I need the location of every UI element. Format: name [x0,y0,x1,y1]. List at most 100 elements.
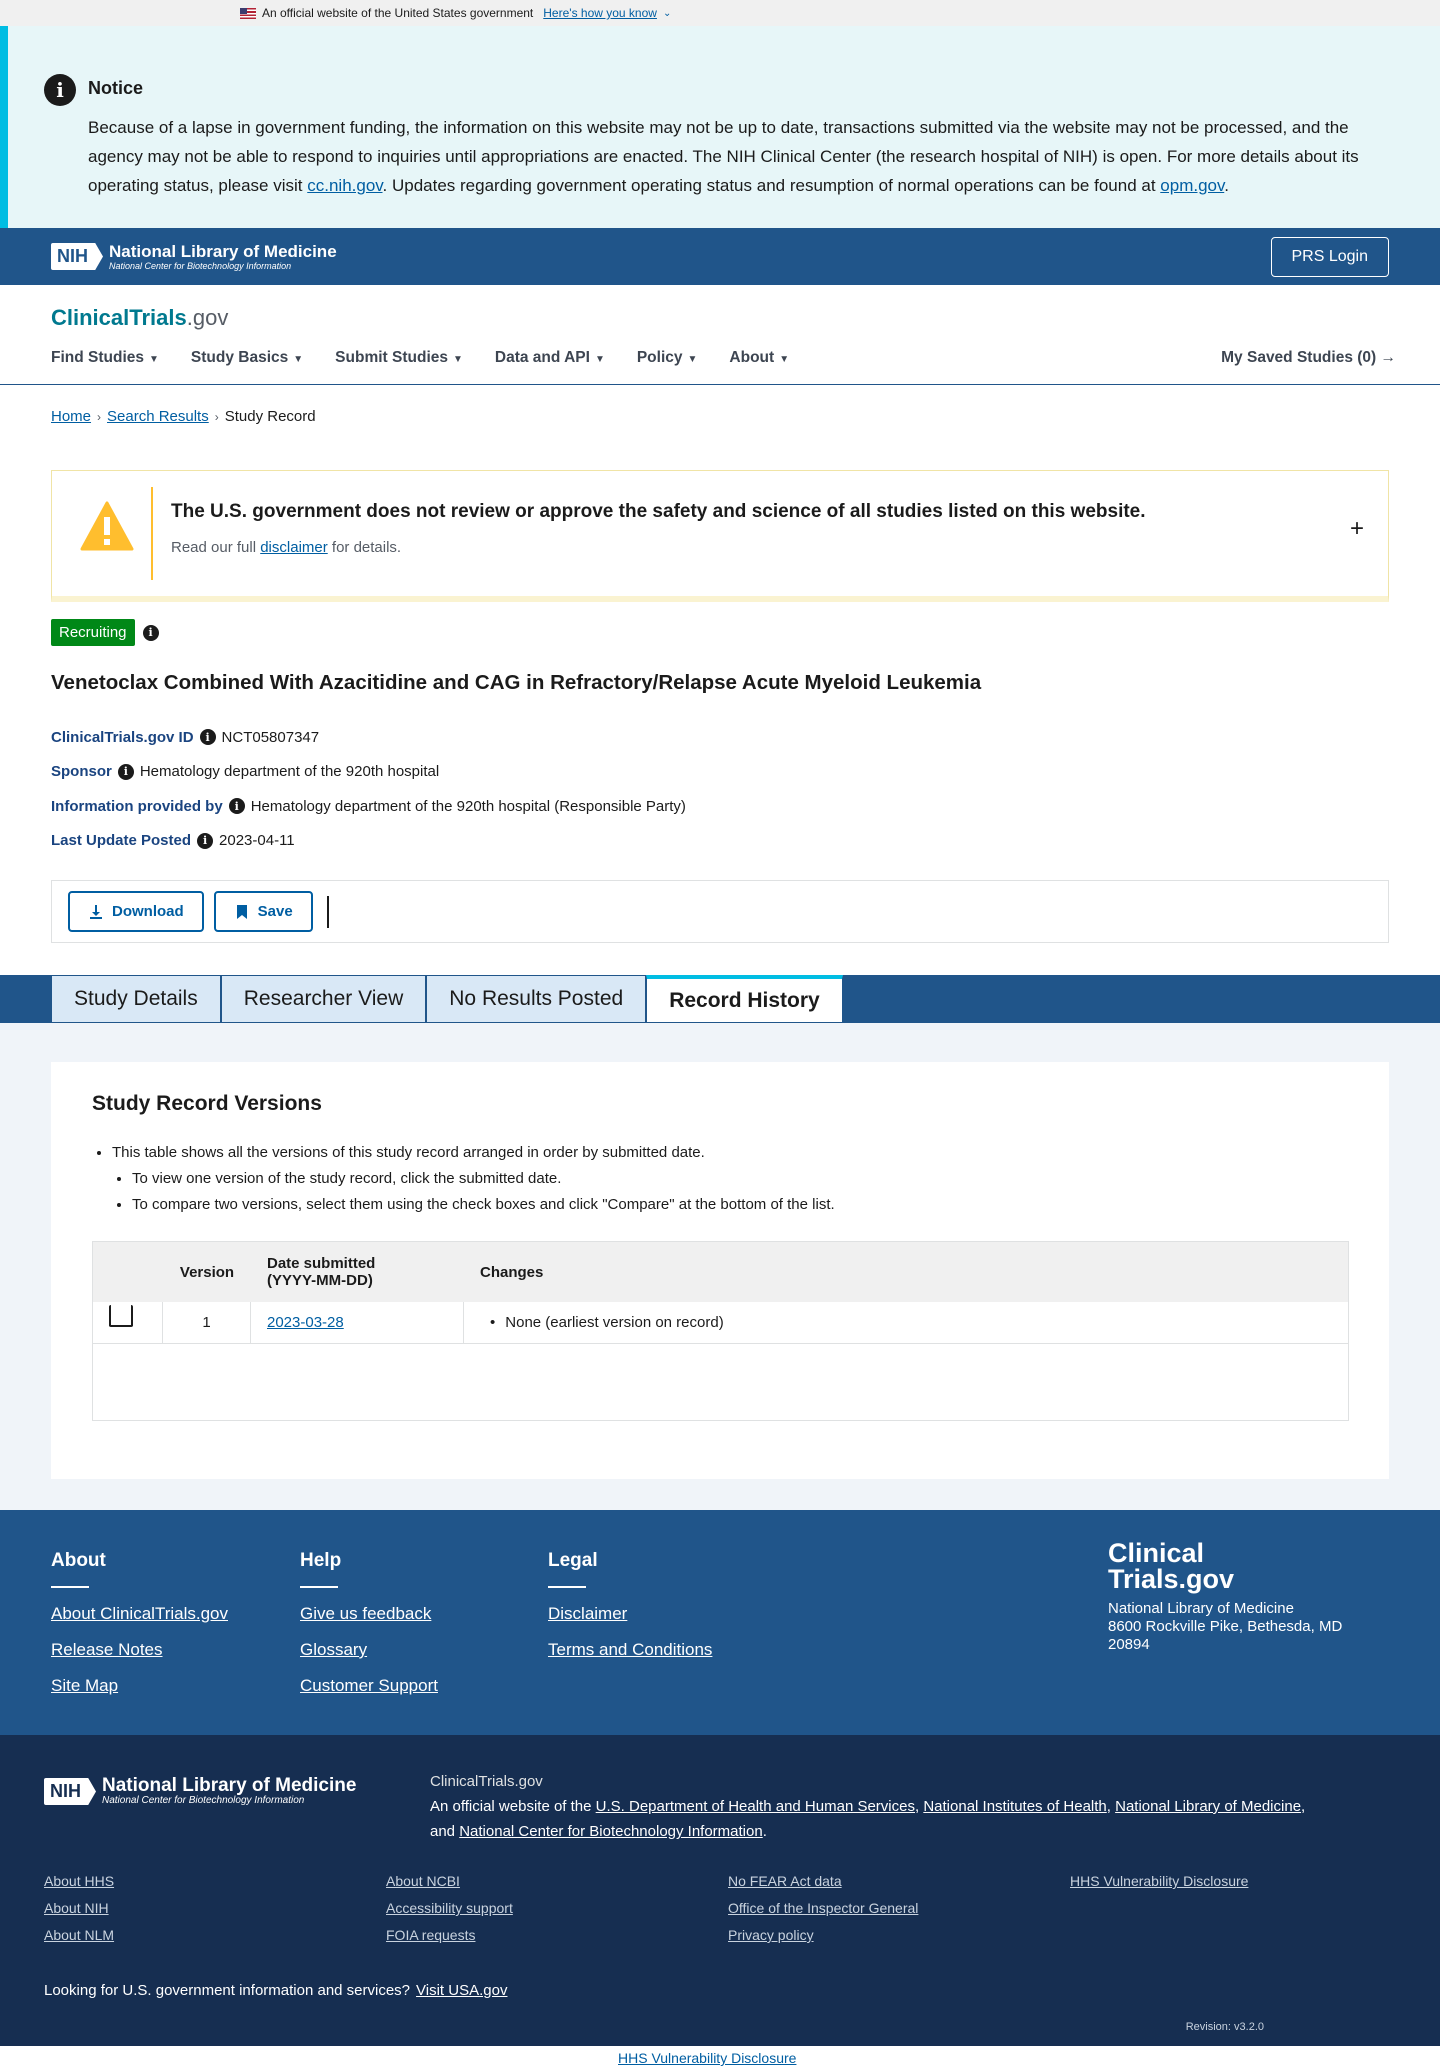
footer-link[interactable]: Site Map [51,1676,228,1696]
nih-badge: NIH [44,1778,96,1805]
footer-links-col: About HHS About NIH About NLM [44,1873,386,1954]
tab-no-results-posted[interactable]: No Results Posted [426,975,647,1023]
nih-link[interactable]: National Institutes of Health [923,1798,1106,1815]
footer-link[interactable]: Accessibility support [386,1900,728,1916]
chevron-right-icon: › [97,409,102,424]
list-item: To compare two versions, select them usi… [132,1192,835,1218]
row-version: 1 [163,1302,251,1343]
footer-link[interactable]: About HHS [44,1873,386,1889]
save-button[interactable]: Save [213,891,313,932]
disclaimer-alert: The U.S. government does not review or a… [51,470,1389,602]
meta-sponsor: Sponsor i Hematology department of the 920… [51,755,686,790]
breadcrumb-home[interactable]: Home [51,408,91,425]
tab-study-details[interactable]: Study Details [51,975,221,1023]
footer-link[interactable]: About NCBI [386,1873,728,1889]
ncbi-link[interactable]: National Center for Biotechnology Inform… [459,1823,763,1840]
status-badge: Recruiting [51,619,135,646]
footer-link[interactable]: No FEAR Act data [728,1873,1070,1889]
nlm-logo[interactable]: NIH National Library of Medicine Nationa… [51,241,337,271]
nlm-footer-logo[interactable]: NIH National Library of Medicine Nationa… [44,1775,357,1806]
saved-studies-link[interactable]: My Saved Studies (0) → [1221,349,1396,367]
info-icon[interactable]: i [197,832,214,849]
expand-plus-icon[interactable]: + [1350,515,1364,543]
opm-link[interactable]: opm.gov [1160,176,1224,195]
nav-find-studies[interactable]: Find Studies ▼ [51,349,159,367]
chevron-down-icon: ▼ [594,354,605,365]
footer-link[interactable]: About ClinicalTrials.gov [51,1604,228,1624]
nav-data-api[interactable]: Data and API ▼ [495,349,605,367]
site-name: ClinicalTrials.gov [430,1773,543,1790]
clinicaltrials-footer-logo[interactable]: Clinical Trials.gov [1108,1540,1342,1594]
text-cursor [326,895,329,928]
disclaimer-post: for details. [327,539,402,556]
study-meta: ClinicalTrials.gov ID i NCT05807347 Sponso… [51,720,686,858]
nav-policy[interactable]: Policy ▼ [637,349,698,367]
info-icon[interactable]: i [117,763,134,780]
chevron-down-icon: ▼ [149,354,159,365]
nlm-title: National Library of Medicine [109,241,337,261]
nav-about[interactable]: About ▼ [729,349,789,367]
nav-label: Study Basics [190,349,289,366]
footer-about: About About ClinicalTrials.gov Release N… [51,1550,228,1712]
nav-submit-studies[interactable]: Submit Studies ▼ [335,349,463,367]
breadcrumb-search-results[interactable]: Search Results [107,408,209,425]
footer-legal: Legal Disclaimer Terms and Conditions [548,1550,712,1676]
info-icon[interactable]: i [142,624,159,641]
footer-link[interactable]: FOIA requests [386,1927,728,1943]
version-checkbox[interactable] [109,1304,133,1327]
footer-link[interactable]: HHS Vulnerability Disclosure [1070,1873,1412,1889]
footer-link[interactable]: Give us feedback [300,1604,438,1624]
brand-main: ClinicalTrials [51,305,187,330]
tab-record-history[interactable]: Record History [646,975,843,1023]
hhs-link[interactable]: U.S. Department of Health and Human Serv… [596,1798,915,1815]
row-select-cell [93,1302,163,1343]
shutdown-notice: i Notice Because of a lapse in governmen… [0,26,1440,228]
versions-instructions: This table shows all the versions of thi… [112,1140,835,1218]
notice-title: Notice [88,78,144,98]
tabs-bar: Study Details Researcher View No Results… [0,975,1440,1023]
version-date-link[interactable]: 2023-03-28 [267,1314,344,1331]
footer-link[interactable]: Glossary [300,1640,438,1660]
nlm-title: National Library of Medicine [102,1775,357,1796]
chevron-down-icon: ▼ [779,354,790,365]
cc-nih-link[interactable]: cc.nih.gov [307,176,382,195]
footer-link[interactable]: Release Notes [51,1640,228,1660]
disclaimer-link[interactable]: disclaimer [260,539,328,556]
row-changes: • None (earliest version on record) [464,1302,1348,1343]
how-you-know-link[interactable]: Here's how you know [543,6,657,20]
footer-link[interactable]: Disclaimer [548,1604,712,1624]
logo-line: Trials.gov [1108,1564,1235,1594]
notice-text: . Updates regarding government operating… [382,176,1161,195]
hhs-vulnerability-link[interactable]: HHS Vulnerability Disclosure [618,2050,796,2066]
versions-heading: Study Record Versions [92,1092,322,1115]
footer-link[interactable]: Privacy policy [728,1927,1070,1943]
footer-link[interactable]: About NIH [44,1900,386,1916]
instruction-text: This table shows all the versions of thi… [112,1144,705,1161]
meta-value: Hematology department of the 920th hospi… [139,763,440,781]
col-changes: Changes [480,1263,544,1281]
us-flag-icon [240,7,256,19]
tab-researcher-view[interactable]: Researcher View [220,975,427,1023]
info-icon[interactable]: i [199,729,216,746]
clinicaltrials-logo[interactable]: ClinicalTrials.gov [51,305,228,331]
info-icon[interactable]: i [228,798,245,815]
bullet: • [490,1314,496,1331]
divider [300,1586,338,1588]
nav-label: Policy [636,349,683,366]
footer-link[interactable]: Customer Support [300,1676,438,1696]
usa-gov-link[interactable]: Visit USA.gov [416,1982,507,1999]
col-date-line: Date submitted [267,1255,376,1272]
meta-label: Last Update Posted [51,832,192,850]
footer-link[interactable]: About NLM [44,1927,386,1943]
prs-login-button[interactable]: PRS Login [1270,236,1389,277]
footer-help: Help Give us feedback Glossary Customer … [300,1550,438,1712]
nlm-link[interactable]: National Library of Medicine [1115,1798,1301,1815]
download-label: Download [112,903,184,920]
nav-study-basics[interactable]: Study Basics ▼ [191,349,303,367]
footer-link[interactable]: Office of the Inspector General [728,1900,1070,1916]
row-date-cell: 2023-03-28 [251,1302,464,1343]
download-button[interactable]: Download [68,891,204,932]
official-text: An official website of the U.S. Departme… [430,1798,1306,1840]
footer-links-col: About NCBI Accessibility support FOIA re… [386,1873,728,1954]
footer-link[interactable]: Terms and Conditions [548,1640,712,1660]
